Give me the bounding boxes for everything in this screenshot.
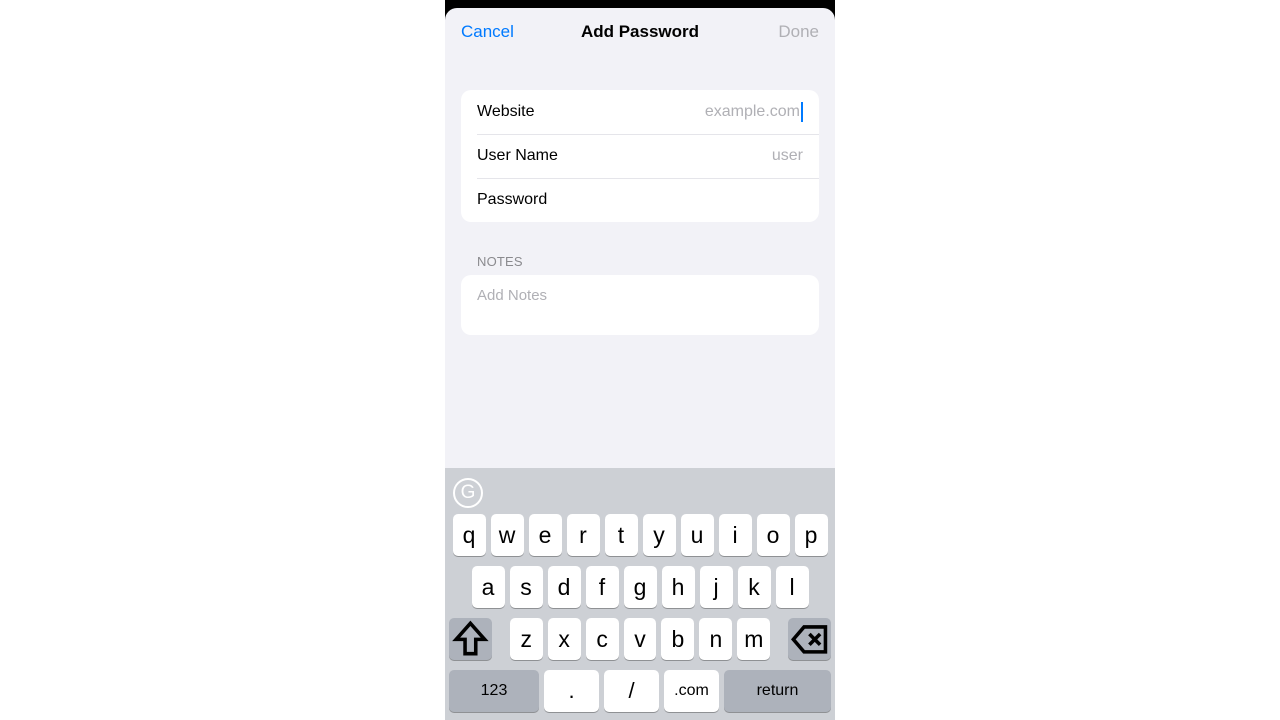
password-input[interactable] — [547, 191, 803, 209]
key-n[interactable]: n — [699, 618, 732, 660]
website-placeholder: example.com — [705, 103, 800, 121]
device-frame: Cancel Add Password Done Website example… — [445, 0, 835, 720]
key-t[interactable]: t — [605, 514, 638, 556]
username-row[interactable]: User Name — [461, 134, 819, 178]
virtual-keyboard: G q w e r t y u i o p a s d f g h j — [445, 468, 835, 720]
backspace-key[interactable] — [788, 618, 831, 660]
numeric-key[interactable]: 123 — [449, 670, 539, 712]
shift-key[interactable] — [449, 618, 492, 660]
website-label: Website — [477, 103, 535, 121]
credentials-group: Website example.com User Name Password — [461, 90, 819, 222]
shift-up-icon — [449, 618, 492, 661]
key-c[interactable]: c — [586, 618, 619, 660]
dotcom-key[interactable]: .com — [664, 670, 719, 712]
key-e[interactable]: e — [529, 514, 562, 556]
return-key[interactable]: return — [724, 670, 831, 712]
password-label: Password — [477, 191, 547, 209]
key-b[interactable]: b — [661, 618, 694, 660]
grammarly-icon[interactable]: G — [453, 478, 483, 508]
key-a[interactable]: a — [472, 566, 505, 608]
key-q[interactable]: q — [453, 514, 486, 556]
form-content: Website example.com User Name Password N… — [445, 54, 835, 468]
keyboard-row-3: z x c v b n m — [449, 618, 831, 660]
website-input[interactable]: example.com — [535, 102, 803, 122]
notes-header: NOTES — [477, 254, 819, 269]
notes-field[interactable]: Add Notes — [461, 275, 819, 335]
key-r[interactable]: r — [567, 514, 600, 556]
key-i[interactable]: i — [719, 514, 752, 556]
key-j[interactable]: j — [700, 566, 733, 608]
key-l[interactable]: l — [776, 566, 809, 608]
slash-key[interactable]: / — [604, 670, 659, 712]
key-p[interactable]: p — [795, 514, 828, 556]
key-w[interactable]: w — [491, 514, 524, 556]
key-s[interactable]: s — [510, 566, 543, 608]
key-m[interactable]: m — [737, 618, 770, 660]
device-notch-bar — [445, 0, 835, 8]
key-x[interactable]: x — [548, 618, 581, 660]
username-input[interactable] — [558, 147, 803, 165]
key-f[interactable]: f — [586, 566, 619, 608]
done-button: Done — [749, 22, 819, 42]
website-row[interactable]: Website example.com — [461, 90, 819, 134]
add-password-sheet: Cancel Add Password Done Website example… — [445, 8, 835, 720]
backspace-icon — [788, 618, 831, 661]
key-v[interactable]: v — [624, 618, 657, 660]
text-cursor-icon — [801, 102, 803, 122]
dot-key[interactable]: . — [544, 670, 599, 712]
keyboard-row-1: q w e r t y u i o p — [449, 514, 831, 556]
username-label: User Name — [477, 147, 558, 165]
key-h[interactable]: h — [662, 566, 695, 608]
keyboard-row-2: a s d f g h j k l — [449, 566, 831, 608]
notes-placeholder: Add Notes — [477, 287, 547, 304]
nav-bar: Cancel Add Password Done — [445, 8, 835, 54]
key-z[interactable]: z — [510, 618, 543, 660]
key-d[interactable]: d — [548, 566, 581, 608]
key-k[interactable]: k — [738, 566, 771, 608]
cancel-button[interactable]: Cancel — [461, 22, 531, 42]
key-u[interactable]: u — [681, 514, 714, 556]
keyboard-row-bottom: 123 . / .com return — [449, 670, 831, 712]
key-y[interactable]: y — [643, 514, 676, 556]
key-g[interactable]: g — [624, 566, 657, 608]
key-o[interactable]: o — [757, 514, 790, 556]
page-title: Add Password — [581, 22, 699, 42]
password-row[interactable]: Password — [461, 178, 819, 222]
